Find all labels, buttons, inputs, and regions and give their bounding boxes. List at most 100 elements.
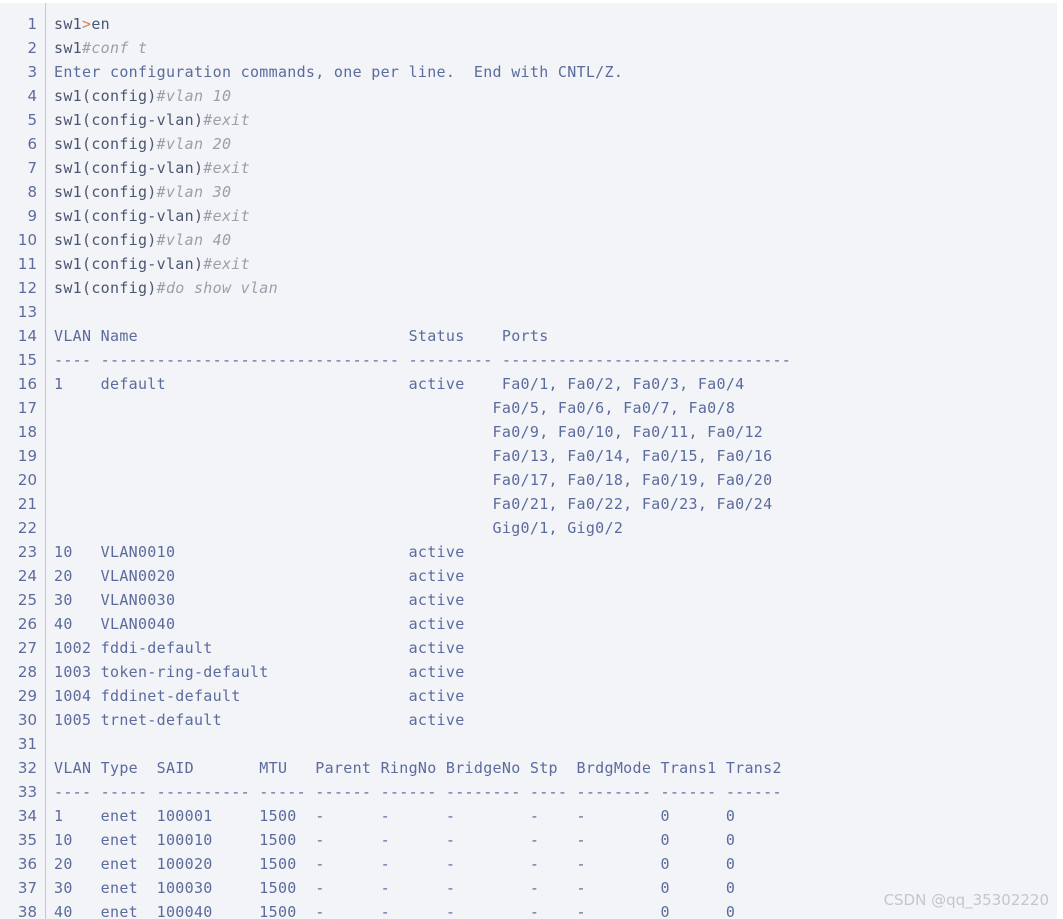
line-number: 24 bbox=[17, 567, 37, 585]
code-line: 20 VLAN0020 active bbox=[54, 564, 1057, 588]
code-line: sw1#conf t bbox=[54, 36, 1057, 60]
code-token: sw1(config) bbox=[54, 183, 157, 201]
line-number: 17 bbox=[17, 399, 37, 417]
code-token: VLAN Name Status Ports bbox=[54, 327, 549, 345]
code-line: 1002 fddi-default active bbox=[54, 636, 1057, 660]
code-line: VLAN Name Status Ports bbox=[54, 324, 1057, 348]
line-number: 26 bbox=[17, 615, 37, 633]
code-token: sw1(config-vlan) bbox=[54, 255, 204, 273]
code-line: 40 VLAN0040 active bbox=[54, 612, 1057, 636]
code-line: 1 enet 100001 1500 - - - - - 0 0 bbox=[54, 804, 1057, 828]
code-line: 10 VLAN0010 active bbox=[54, 540, 1057, 564]
code-token: sw1(config-vlan) bbox=[54, 207, 204, 225]
line-number: 9 bbox=[27, 207, 37, 225]
line-number: 34 bbox=[17, 807, 37, 825]
code-line: Fa0/9, Fa0/10, Fa0/11, Fa0/12 bbox=[54, 420, 1057, 444]
line-number: 23 bbox=[17, 543, 37, 561]
code-token: #conf t bbox=[82, 39, 148, 57]
code-token: 1 enet 100001 1500 - - - - - 0 0 bbox=[54, 807, 736, 825]
line-number: 35 bbox=[17, 831, 37, 849]
line-number: 25 bbox=[17, 591, 37, 609]
line-number: 11 bbox=[17, 255, 37, 273]
code-token: 20 enet 100020 1500 - - - - - 0 0 bbox=[54, 855, 736, 873]
code-token: 40 VLAN0040 active bbox=[54, 615, 465, 633]
line-number: 10 bbox=[17, 231, 37, 249]
code-line: 1004 fddinet-default active bbox=[54, 684, 1057, 708]
code-line: 1 default active Fa0/1, Fa0/2, Fa0/3, Fa… bbox=[54, 372, 1057, 396]
code-token: #do show vlan bbox=[156, 279, 278, 297]
code-line: 20 enet 100020 1500 - - - - - 0 0 bbox=[54, 852, 1057, 876]
code-token: VLAN Type SAID MTU Parent RingNo BridgeN… bbox=[54, 759, 782, 777]
code-token: sw1(config) bbox=[54, 279, 157, 297]
code-line: sw1(config-vlan)#exit bbox=[54, 204, 1057, 228]
code-line: Gig0/1, Gig0/2 bbox=[54, 516, 1057, 540]
terminal-output-area[interactable]: sw1>en sw1#conf t Enter configuration comm… bbox=[46, 3, 1057, 919]
line-number: 2 bbox=[27, 39, 37, 57]
code-token: 10 enet 100010 1500 - - - - - 0 0 bbox=[54, 831, 736, 849]
line-number: 4 bbox=[27, 87, 37, 105]
line-number: 30 bbox=[17, 711, 37, 729]
code-token: sw1(config) bbox=[54, 135, 157, 153]
line-number: 18 bbox=[17, 423, 37, 441]
csdn-watermark: CSDN @qq_35302220 bbox=[883, 891, 1049, 909]
code-token: #vlan 20 bbox=[156, 135, 232, 153]
code-token: ---- ----- ---------- ----- ------ -----… bbox=[54, 783, 782, 801]
code-token: sw1(config) bbox=[54, 87, 157, 105]
code-token: 30 VLAN0030 active bbox=[54, 591, 465, 609]
code-line: Fa0/17, Fa0/18, Fa0/19, Fa0/20 bbox=[54, 468, 1057, 492]
code-line: Fa0/21, Fa0/22, Fa0/23, Fa0/24 bbox=[54, 492, 1057, 516]
code-token: Gig0/1, Gig0/2 bbox=[54, 519, 624, 537]
code-token: sw1 bbox=[54, 15, 82, 33]
line-number: 6 bbox=[27, 135, 37, 153]
code-line: 1003 token-ring-default active bbox=[54, 660, 1057, 684]
code-token: Fa0/5, Fa0/6, Fa0/7, Fa0/8 bbox=[54, 399, 736, 417]
code-token: 20 VLAN0020 active bbox=[54, 567, 465, 585]
line-number: 15 bbox=[17, 351, 37, 369]
code-token: #vlan 30 bbox=[156, 183, 232, 201]
code-token: #exit bbox=[203, 111, 250, 129]
code-token: 1003 token-ring-default active bbox=[54, 663, 465, 681]
code-line: sw1>en bbox=[54, 12, 1057, 36]
line-number: 31 bbox=[17, 735, 37, 753]
line-number: 22 bbox=[17, 519, 37, 537]
line-number: 36 bbox=[17, 855, 37, 873]
code-token: > bbox=[82, 15, 92, 33]
code-line: ---- ----- ---------- ----- ------ -----… bbox=[54, 780, 1057, 804]
line-number: 37 bbox=[17, 879, 37, 897]
line-number: 29 bbox=[17, 687, 37, 705]
code-token: 1005 trnet-default active bbox=[54, 711, 465, 729]
line-number: 7 bbox=[27, 159, 37, 177]
code-line: sw1(config)#vlan 10 bbox=[54, 84, 1057, 108]
code-token: Fa0/9, Fa0/10, Fa0/11, Fa0/12 bbox=[54, 423, 764, 441]
code-line: sw1(config-vlan)#exit bbox=[54, 156, 1057, 180]
code-token: 1 default active Fa0/1, Fa0/2, Fa0/3, Fa… bbox=[54, 375, 745, 393]
line-number: 1 bbox=[27, 15, 37, 33]
code-token: sw1(config-vlan) bbox=[54, 111, 204, 129]
code-line: sw1(config)#vlan 40 bbox=[54, 228, 1057, 252]
code-token: #vlan 40 bbox=[156, 231, 232, 249]
line-number: 21 bbox=[17, 495, 37, 513]
code-line: 10 enet 100010 1500 - - - - - 0 0 bbox=[54, 828, 1057, 852]
line-number-gutter: 1 2 3 4 5 6 7 8 9 10 11 12 13 14 15 16 17 18 19 20 21 22 23 24 2… bbox=[0, 3, 46, 919]
code-token: 1004 fddinet-default active bbox=[54, 687, 465, 705]
terminal-code-block[interactable]: 1 2 3 4 5 6 7 8 9 10 11 12 13 14 15 16 17 18 19 20 21 22 23 24 2… bbox=[0, 3, 1057, 919]
code-token: ---- -------------------------------- --… bbox=[54, 351, 792, 369]
code-token: Enter configuration commands, one per li… bbox=[54, 63, 624, 81]
code-line: 30 VLAN0030 active bbox=[54, 588, 1057, 612]
code-token: #exit bbox=[203, 255, 250, 273]
code-line: Enter configuration commands, one per li… bbox=[54, 60, 1057, 84]
code-token: 1002 fddi-default active bbox=[54, 639, 465, 657]
code-line: sw1(config)#vlan 20 bbox=[54, 132, 1057, 156]
line-number: 27 bbox=[17, 639, 37, 657]
code-token: Fa0/21, Fa0/22, Fa0/23, Fa0/24 bbox=[54, 495, 773, 513]
line-number: 13 bbox=[17, 303, 37, 321]
code-token: en bbox=[91, 15, 111, 33]
code-token: 40 enet 100040 1500 - - - - - 0 0 bbox=[54, 903, 736, 919]
line-number: 19 bbox=[17, 447, 37, 465]
code-line: VLAN Type SAID MTU Parent RingNo BridgeN… bbox=[54, 756, 1057, 780]
line-number: 3 bbox=[27, 63, 37, 81]
code-token: Fa0/13, Fa0/14, Fa0/15, Fa0/16 bbox=[54, 447, 773, 465]
code-line: ---- -------------------------------- --… bbox=[54, 348, 1057, 372]
code-token: #exit bbox=[203, 159, 250, 177]
